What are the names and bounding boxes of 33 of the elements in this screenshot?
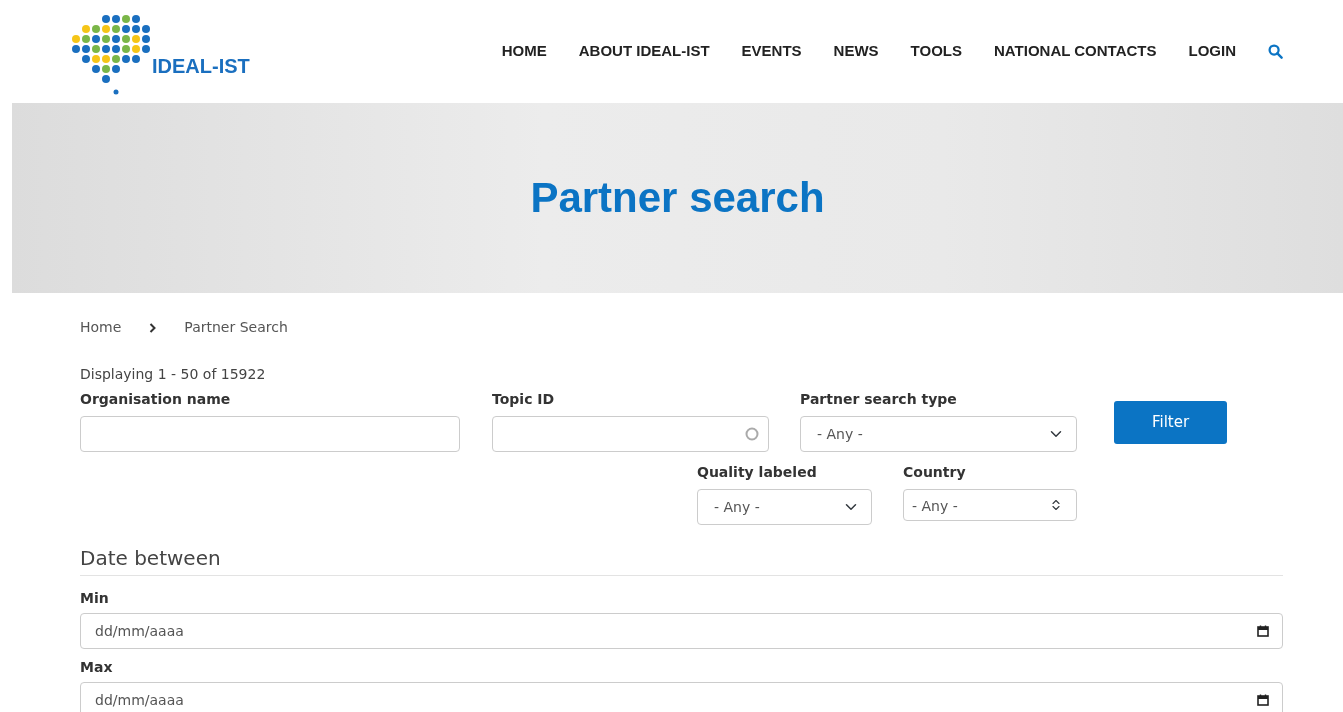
date-input[interactable]: dd/mm/aaaa	[80, 681, 1283, 712]
field-label: Max	[80, 658, 114, 676]
page-title: Partner search	[530, 172, 825, 223]
logo-text: IDEAL-IST	[152, 53, 250, 79]
breadcrumb-current: Partner Search	[184, 318, 288, 337]
dropdown[interactable]: - Any -	[903, 489, 1077, 521]
spinner-icon	[745, 427, 759, 441]
section-heading: Date between	[80, 543, 1283, 576]
nav-link[interactable]: ABOUT IDEAL-IST	[578, 40, 710, 63]
field-label: Quality labeled	[697, 463, 818, 482]
search-input[interactable]	[492, 416, 769, 452]
result-count: Displaying 1 - 50 of 15922	[80, 365, 267, 384]
date-input[interactable]: dd/mm/aaaa	[80, 612, 1283, 649]
nav-link[interactable]: TOOLS	[910, 40, 962, 63]
search-icon[interactable]	[1268, 44, 1283, 59]
filter-button[interactable]: Filter	[1114, 401, 1227, 444]
chevron-icon	[149, 322, 157, 333]
field-label: Topic ID	[492, 390, 556, 409]
nav-link[interactable]: EVENTS	[741, 40, 802, 63]
field-label: Country	[903, 463, 967, 482]
field-label: Partner search type	[800, 390, 958, 409]
dropdown[interactable]: - Any -	[800, 416, 1077, 452]
dropdown[interactable]: - Any -	[697, 489, 872, 525]
field-label: Organisation name	[80, 390, 232, 409]
breadcrumb-link[interactable]: Home	[80, 317, 122, 338]
nav-link[interactable]: NATIONAL CONTACTS	[994, 40, 1157, 63]
nav-link[interactable]: LOGIN	[1188, 40, 1236, 63]
nav-link[interactable]: HOME	[501, 40, 547, 63]
calendar-icon	[1257, 693, 1269, 706]
nav-link[interactable]: NEWS	[833, 40, 879, 63]
text-input[interactable]	[80, 416, 460, 452]
calendar-icon	[1257, 624, 1269, 637]
field-label: Min	[80, 590, 110, 607]
